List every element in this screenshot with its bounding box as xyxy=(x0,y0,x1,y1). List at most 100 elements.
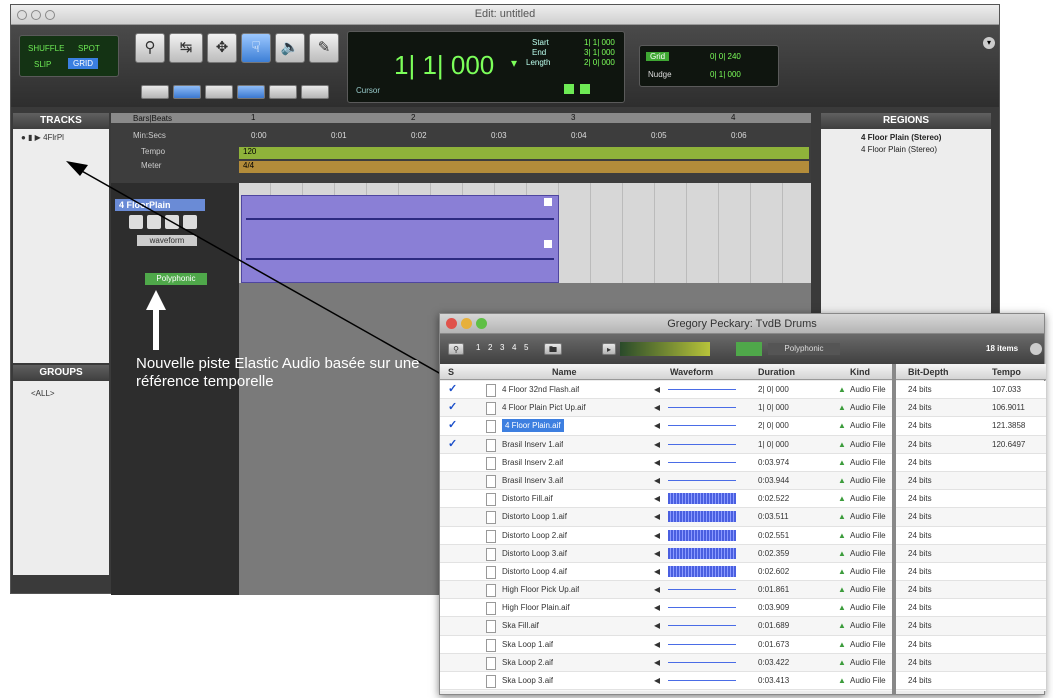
waveform-thumbnail[interactable] xyxy=(668,565,736,577)
file-row-secondary[interactable]: 24 bits 107.033 xyxy=(896,381,1046,400)
preview-speaker-icon[interactable]: ◀ xyxy=(654,436,660,453)
view-preset-5[interactable]: 5 xyxy=(524,343,528,352)
file-row-secondary[interactable]: 24 bits xyxy=(896,690,1046,691)
preview-button[interactable]: ▸ xyxy=(602,343,616,355)
file-row-secondary[interactable]: 24 bits xyxy=(896,581,1046,600)
preview-speaker-icon[interactable]: ◀ xyxy=(654,654,660,671)
file-row[interactable]: Distorto Loop 1.aif ◀ 0:03.511 ▲ Audio File xyxy=(440,508,892,527)
file-row-secondary[interactable]: 24 bits xyxy=(896,527,1046,545)
audio-file-icon xyxy=(486,638,496,652)
file-row-secondary[interactable]: 24 bits xyxy=(896,454,1046,472)
waveform-thumbnail[interactable] xyxy=(668,529,736,541)
waveform-thumbnail[interactable] xyxy=(668,474,736,486)
file-row[interactable]: ✓ 4 Floor Plain Pict Up.aif ◀ 1| 0| 000 ▲ Aud… xyxy=(440,399,892,418)
file-row[interactable]: Ska Loop 4.aif ◀ 0:03.461 ▲ Audio File xyxy=(440,690,892,691)
waveform-thumbnail[interactable] xyxy=(668,602,736,614)
view-preset-2[interactable]: 2 xyxy=(488,343,492,352)
file-name: High Floor Pick Up.aif xyxy=(502,585,580,595)
search-button[interactable]: ⚲ xyxy=(448,343,464,355)
waveform-thumbnail[interactable] xyxy=(668,402,736,414)
file-row-secondary[interactable]: 24 bits xyxy=(896,617,1046,636)
file-row-secondary[interactable]: 24 bits xyxy=(896,563,1046,582)
folder-button[interactable]: 🖿 xyxy=(544,343,562,355)
preview-speaker-icon[interactable]: ◀ xyxy=(654,672,660,689)
file-row[interactable]: Distorto Loop 4.aif ◀ 0:02.602 ▲ Audio File xyxy=(440,563,892,582)
waveform-thumbnail[interactable] xyxy=(668,584,736,596)
preview-speaker-icon[interactable]: ◀ xyxy=(654,527,660,544)
preview-speaker-icon[interactable]: ◀ xyxy=(654,381,660,398)
file-row[interactable]: Distorto Loop 3.aif ◀ 0:02.359 ▲ Audio File xyxy=(440,544,892,563)
waveform-thumbnail[interactable] xyxy=(668,456,736,468)
col-bit-depth[interactable]: Bit-Depth xyxy=(908,364,949,379)
file-row[interactable]: Brasil Inserv 2.aif ◀ 0:03.974 ▲ Audio File xyxy=(440,454,892,472)
preview-speaker-icon[interactable]: ◀ xyxy=(654,563,660,580)
waveform-thumbnail[interactable] xyxy=(668,547,736,559)
preview-speaker-icon[interactable]: ◀ xyxy=(654,599,660,616)
view-preset-3[interactable]: 3 xyxy=(500,343,504,352)
preview-speaker-icon[interactable]: ◀ xyxy=(654,490,660,507)
file-row-secondary[interactable]: 24 bits xyxy=(896,672,1046,691)
audio-file-icon xyxy=(486,511,496,525)
file-row-secondary[interactable]: 24 bits xyxy=(896,471,1046,491)
preview-speaker-icon[interactable]: ◀ xyxy=(654,417,660,434)
file-name: Brasil Inserv 3.aif xyxy=(502,475,564,485)
file-row-secondary[interactable]: 24 bits 106.9011 xyxy=(896,399,1046,418)
waveform-thumbnail[interactable] xyxy=(668,438,736,450)
file-name: Ska Loop 1.aif xyxy=(502,639,554,649)
preview-speaker-icon[interactable]: ◀ xyxy=(654,636,660,653)
file-duration: 0:02.602 xyxy=(758,566,790,576)
file-row[interactable]: ✓ Brasil Inserv 1.aif ◀ 1| 0| 000 ▲ Audio Fil… xyxy=(440,435,892,454)
file-row[interactable]: Ska Loop 3.aif ◀ 0:03.413 ▲ Audio File xyxy=(440,672,892,691)
file-row[interactable]: ✓ 4 Floor 32nd Flash.aif ◀ 2| 0| 000 ▲ Audio … xyxy=(440,381,892,400)
file-row-secondary[interactable]: 24 bits xyxy=(896,599,1046,618)
file-row-secondary[interactable]: 24 bits 121.3858 xyxy=(896,417,1046,436)
file-row-secondary[interactable]: 24 bits xyxy=(896,508,1046,527)
file-row-secondary[interactable]: 24 bits 120.6497 xyxy=(896,435,1046,454)
preview-speaker-icon[interactable]: ◀ xyxy=(654,545,660,562)
col-s[interactable]: S xyxy=(448,364,454,379)
preview-speaker-icon[interactable]: ◀ xyxy=(654,454,660,471)
file-row-secondary[interactable]: 24 bits xyxy=(896,636,1046,654)
audio-file-kind-icon: ▲ xyxy=(838,548,846,558)
preview-speaker-icon[interactable]: ◀ xyxy=(654,399,660,416)
analysis-mode-selector[interactable]: Polyphonic xyxy=(768,343,840,355)
file-row[interactable]: High Floor Plain.aif ◀ 0:03.909 ▲ Audio File xyxy=(440,599,892,618)
file-row[interactable]: Ska Loop 2.aif ◀ 0:03.422 ▲ Audio File xyxy=(440,653,892,672)
waveform-thumbnail[interactable] xyxy=(668,420,736,432)
view-preset-1[interactable]: 1 xyxy=(476,343,480,352)
waveform-thumbnail[interactable] xyxy=(668,493,736,505)
file-row[interactable]: Brasil Inserv 3.aif ◀ 0:03.944 ▲ Audio File xyxy=(440,471,892,491)
col-duration[interactable]: Duration xyxy=(758,364,795,379)
preview-volume-meter[interactable] xyxy=(620,342,710,356)
file-name: Ska Fill.aif xyxy=(502,621,539,631)
file-row[interactable]: High Floor Pick Up.aif ◀ 0:01.861 ▲ Audio Fi… xyxy=(440,581,892,600)
file-row[interactable]: Ska Fill.aif ◀ 0:01.689 ▲ Audio File xyxy=(440,617,892,636)
waveform-thumbnail[interactable] xyxy=(668,511,736,523)
preview-speaker-icon[interactable]: ◀ xyxy=(654,690,660,691)
file-row[interactable]: Distorto Fill.aif ◀ 0:02.522 ▲ Audio File xyxy=(440,490,892,509)
file-row[interactable]: Ska Loop 1.aif ◀ 0:01.673 ▲ Audio File xyxy=(440,636,892,654)
waveform-thumbnail[interactable] xyxy=(668,638,736,650)
preview-speaker-icon[interactable]: ◀ xyxy=(654,508,660,525)
audio-file-icon xyxy=(486,529,496,543)
col-name[interactable]: Name xyxy=(552,364,577,379)
view-preset-4[interactable]: 4 xyxy=(512,343,516,352)
preview-speaker-icon[interactable]: ◀ xyxy=(654,472,660,489)
preview-speaker-icon[interactable]: ◀ xyxy=(654,617,660,634)
waveform-thumbnail[interactable] xyxy=(668,656,736,668)
waveform-thumbnail[interactable] xyxy=(668,620,736,632)
col-waveform[interactable]: Waveform xyxy=(670,364,713,379)
preview-speaker-icon[interactable]: ◀ xyxy=(654,581,660,598)
file-row[interactable]: ✓ 4 Floor Plain.aif ◀ 2| 0| 000 ▲ Audio File xyxy=(440,417,892,436)
file-row-secondary[interactable]: 24 bits xyxy=(896,544,1046,563)
col-tempo[interactable]: Tempo xyxy=(992,364,1021,379)
browser-options-button[interactable] xyxy=(1030,343,1042,355)
file-row[interactable]: Distorto Loop 2.aif ◀ 0:02.551 ▲ Audio File xyxy=(440,527,892,545)
elastic-audio-preview-button[interactable] xyxy=(736,342,762,356)
file-row-secondary[interactable]: 24 bits xyxy=(896,490,1046,509)
col-kind[interactable]: Kind xyxy=(850,364,870,379)
file-row-secondary[interactable]: 24 bits xyxy=(896,653,1046,672)
waveform-thumbnail[interactable] xyxy=(668,384,736,395)
waveform-thumbnail[interactable] xyxy=(668,675,736,686)
browser-title: Gregory Peckary: TvdB Drums xyxy=(667,318,817,330)
